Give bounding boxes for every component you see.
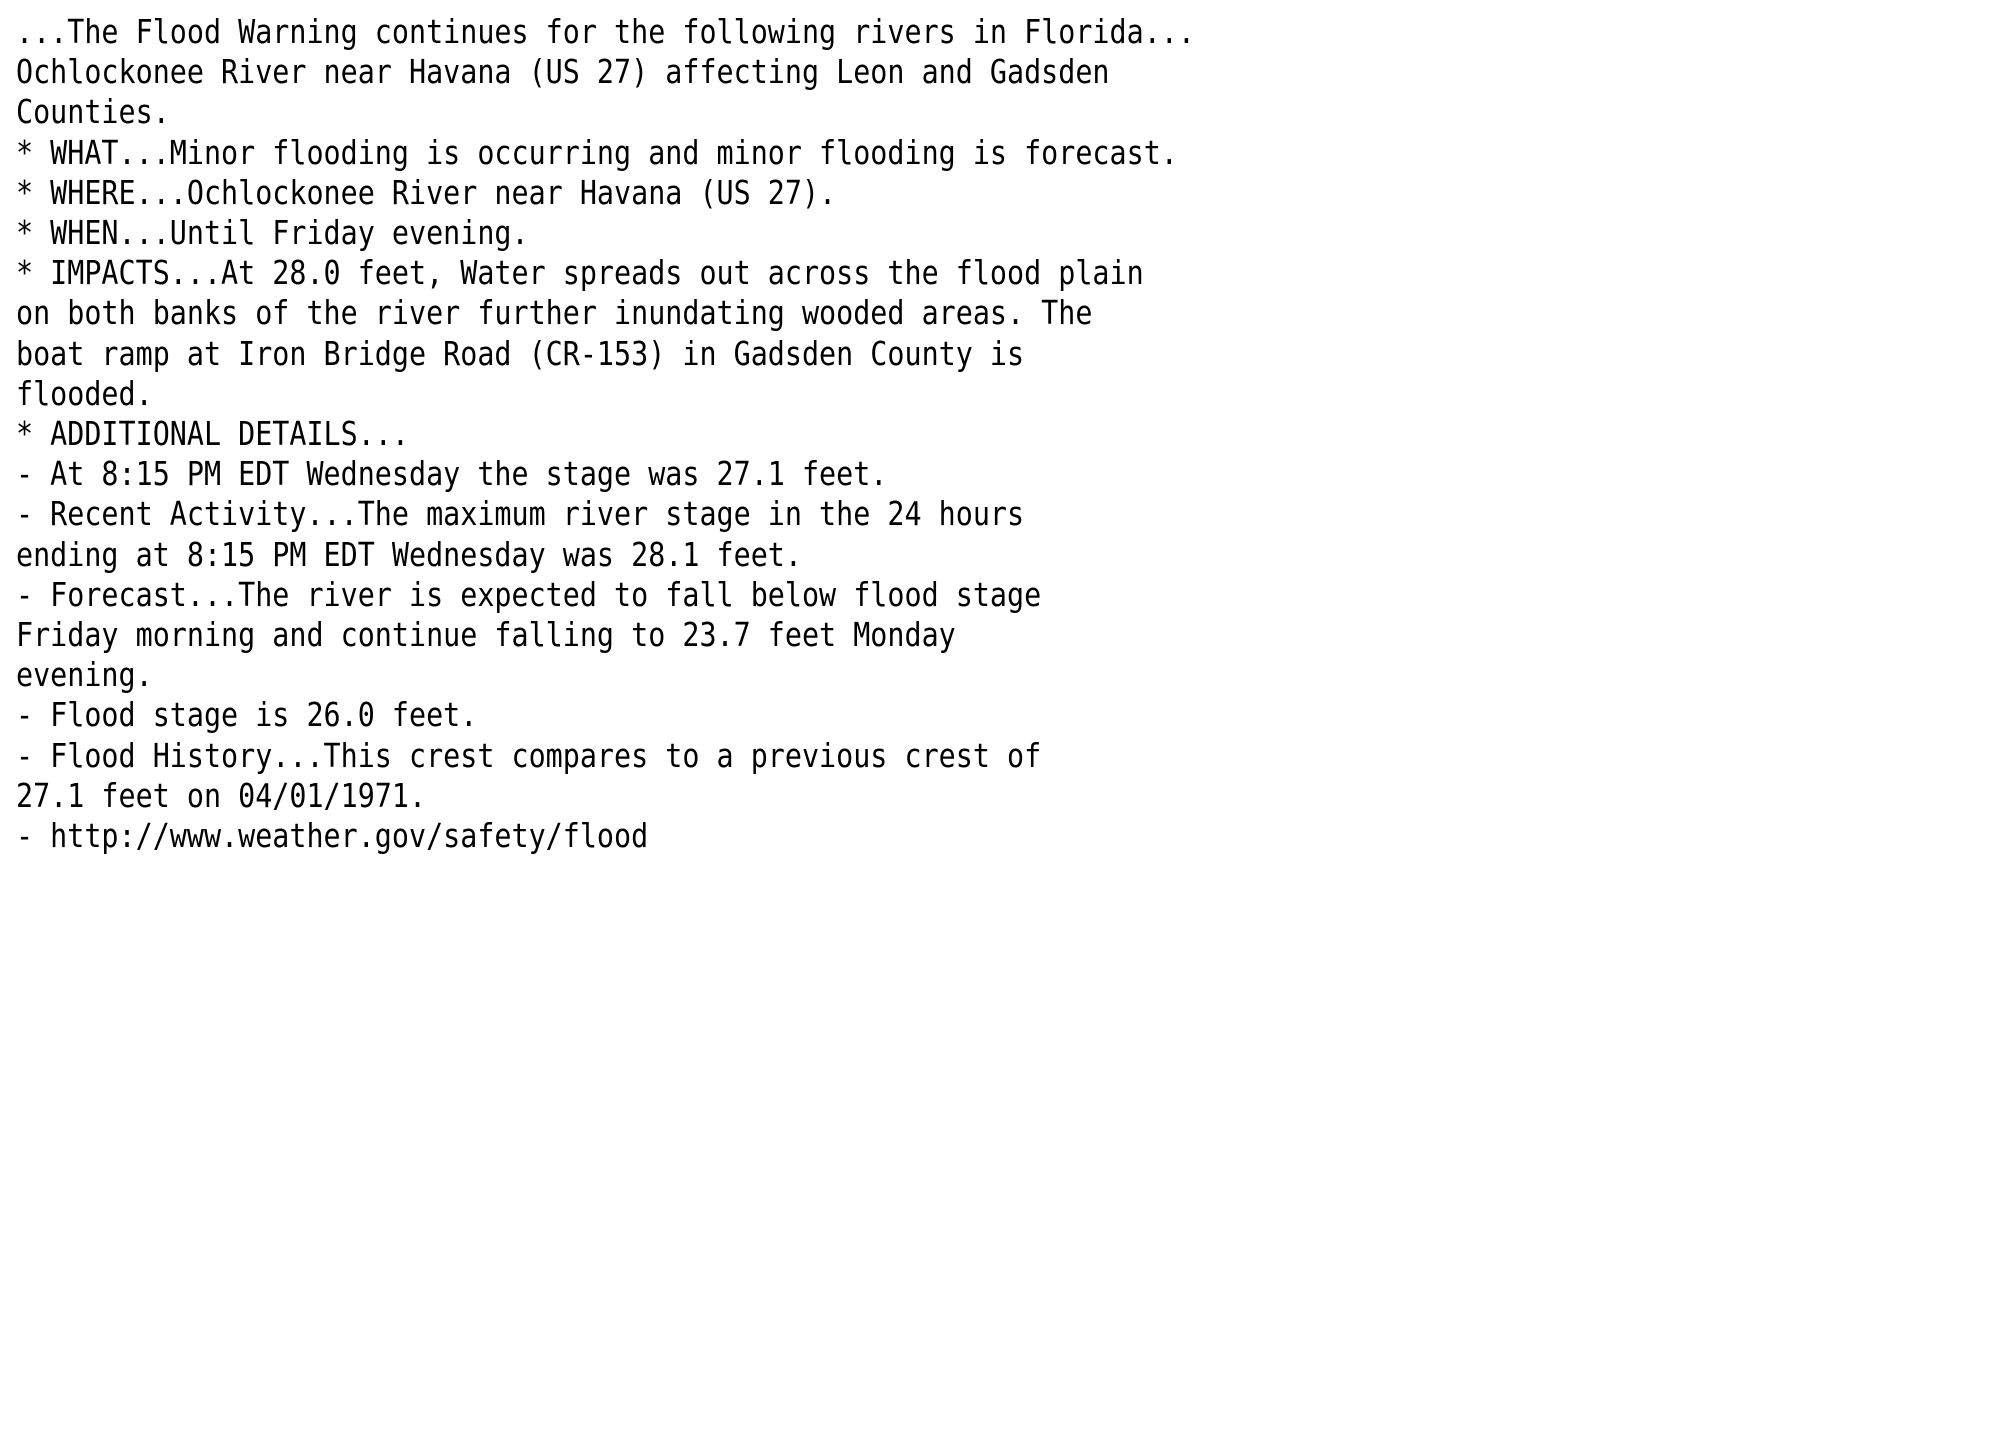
- bulletin-line-detail-recent-activity-2: ending at 8:15 PM EDT Wednesday was 28.1…: [16, 534, 802, 574]
- bulletin-line-headline: ...The Flood Warning continues for the f…: [16, 12, 1195, 51]
- bulletin-line-impacts-2: on both banks of the river further inund…: [16, 293, 1093, 333]
- bulletin-line-detail-forecast-3: evening.: [16, 655, 153, 695]
- bulletin-line-impacts-4: flooded.: [16, 373, 153, 413]
- bulletin-line-detail-forecast-1: - Forecast...The river is expected to fa…: [16, 574, 1042, 614]
- bulletin-line-detail-forecast-2: Friday morning and continue falling to 2…: [16, 615, 956, 655]
- bulletin-line-river-location-1: Ochlockonee River near Havana (US 27) af…: [16, 52, 1110, 92]
- bulletin-line-what: * WHAT...Minor flooding is occurring and…: [16, 132, 1178, 172]
- bulletin-line-additional-details-heading: * ADDITIONAL DETAILS...: [16, 414, 409, 454]
- bulletin-line-detail-stage: - At 8:15 PM EDT Wednesday the stage was…: [16, 454, 888, 494]
- bulletin-line-detail-flood-history-2: 27.1 feet on 04/01/1971.: [16, 775, 427, 815]
- bulletin-line-where: * WHERE...Ochlockonee River near Havana …: [16, 172, 837, 212]
- bulletin-line-impacts-1: * IMPACTS...At 28.0 feet, Water spreads …: [16, 253, 1144, 293]
- bulletin-line-when: * WHEN...Until Friday evening.: [16, 213, 529, 253]
- flood-warning-bulletin: ...The Flood Warning continues for the f…: [16, 12, 1984, 856]
- bulletin-line-impacts-3: boat ramp at Iron Bridge Road (CR-153) i…: [16, 333, 1025, 373]
- bulletin-line-detail-flood-stage: - Flood stage is 26.0 feet.: [16, 695, 478, 735]
- bulletin-line-detail-recent-activity-1: - Recent Activity...The maximum river st…: [16, 494, 1025, 534]
- bulletin-line-safety-url[interactable]: - http://www.weather.gov/safety/flood: [16, 816, 1708, 856]
- bulletin-line-detail-flood-history-1: - Flood History...This crest compares to…: [16, 735, 1042, 775]
- bulletin-line-river-location-2: Counties.: [16, 92, 170, 132]
